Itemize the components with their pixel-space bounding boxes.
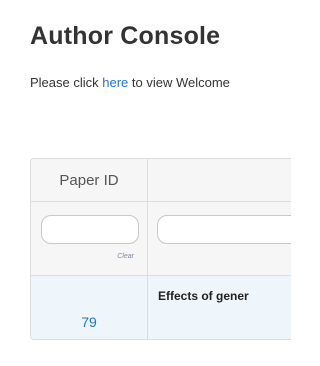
papers-table: Paper ID Clear 79 Effects of gener	[30, 158, 291, 340]
title-filter-input[interactable]	[157, 215, 291, 244]
column-header-label: Paper ID	[59, 172, 119, 189]
filter-cell-title	[148, 202, 291, 275]
welcome-prefix: Please click	[30, 75, 103, 90]
column-header-title[interactable]	[148, 159, 291, 201]
filter-cell-paper-id: Clear	[31, 202, 148, 275]
page-title: Author Console	[30, 22, 221, 50]
paper-title-cell: Effects of gener	[148, 276, 291, 339]
column-header-paper-id[interactable]: Paper ID	[31, 159, 148, 201]
welcome-message: Please click here to view Welcome	[30, 75, 230, 90]
paper-id-link[interactable]: 79	[31, 314, 147, 330]
table-row[interactable]: 79 Effects of gener	[31, 276, 291, 339]
paper-title: Effects of gener	[158, 289, 249, 303]
paper-id-cell: 79	[31, 276, 148, 339]
welcome-suffix: to view Welcome	[128, 75, 230, 90]
table-filter-row: Clear	[31, 202, 291, 276]
table-header-row: Paper ID	[31, 159, 291, 202]
welcome-here-link[interactable]: here	[102, 75, 128, 90]
clear-filter-link[interactable]: Clear	[117, 253, 134, 260]
paper-id-filter-input[interactable]	[41, 215, 139, 244]
